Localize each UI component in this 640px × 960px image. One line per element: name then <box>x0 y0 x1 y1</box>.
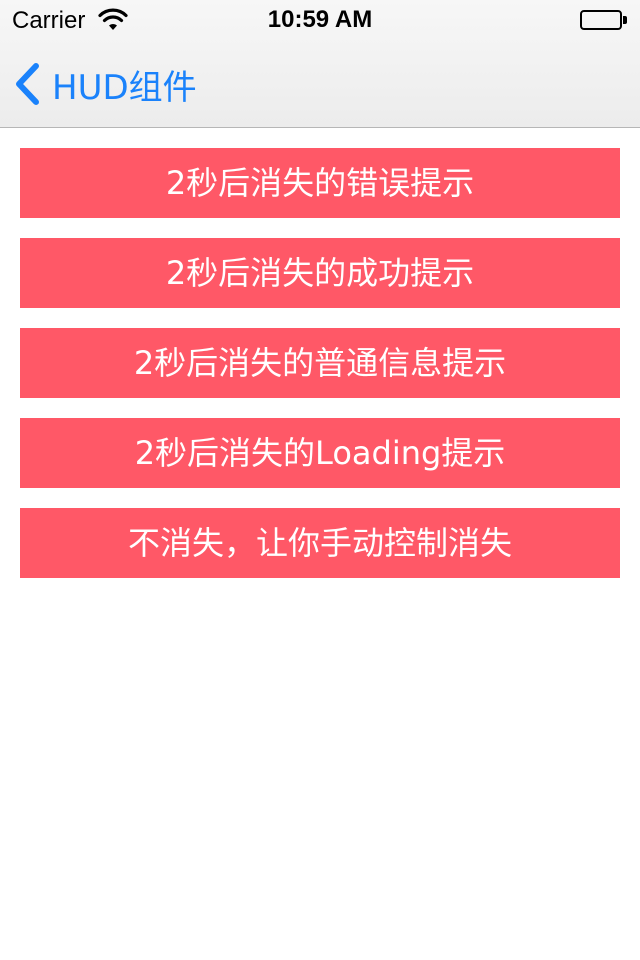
back-button-label: HUD组件 <box>52 67 197 108</box>
chevron-left-icon <box>16 63 39 105</box>
error-hud-button[interactable]: 2秒后消失的错误提示 <box>20 148 620 218</box>
top-bar: Carrier 10:59 AM HUD组件 <box>0 0 640 128</box>
back-button[interactable]: HUD组件 <box>14 62 197 108</box>
battery-icon <box>580 9 628 31</box>
navigation-bar: HUD组件 <box>0 40 640 128</box>
status-bar: Carrier 10:59 AM <box>0 0 640 40</box>
info-hud-button[interactable]: 2秒后消失的普通信息提示 <box>20 328 620 398</box>
button-list: 2秒后消失的错误提示 2秒后消失的成功提示 2秒后消失的普通信息提示 2秒后消失… <box>20 148 620 598</box>
manual-dismiss-hud-button[interactable]: 不消失，让你手动控制消失 <box>20 508 620 578</box>
status-time: 10:59 AM <box>267 6 373 33</box>
success-hud-button[interactable]: 2秒后消失的成功提示 <box>20 238 620 308</box>
loading-hud-button[interactable]: 2秒后消失的Loading提示 <box>20 418 620 488</box>
